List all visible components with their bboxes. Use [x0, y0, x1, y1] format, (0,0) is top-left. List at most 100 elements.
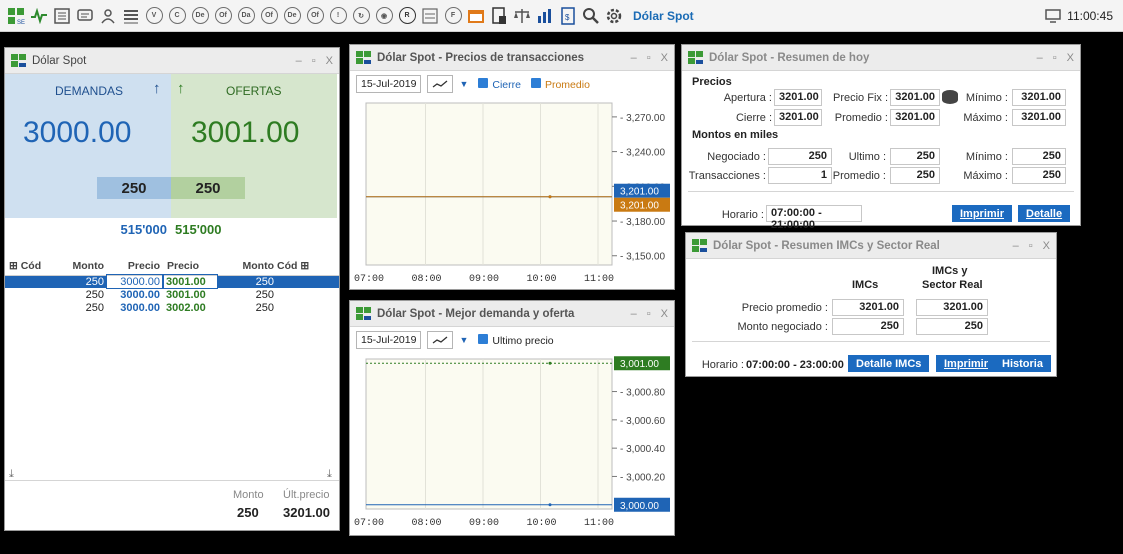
bid-monto: 250 — [85, 301, 104, 314]
date-picker[interactable]: 15-Jul-2019 — [356, 75, 422, 93]
chevron-down-icon[interactable]: ▼ — [459, 79, 468, 89]
users-icon[interactable] — [98, 6, 118, 26]
ultimo-precio-checkbox[interactable]: Ultimo precio — [478, 333, 554, 347]
promedio-checkbox[interactable]: Promedio — [530, 77, 590, 91]
eye-icon[interactable]: ◉ — [374, 6, 394, 26]
close-icon[interactable]: X — [661, 52, 668, 64]
oferta-dollar-circle-icon[interactable]: Of — [305, 6, 325, 26]
minimize-icon[interactable]: – — [631, 308, 637, 320]
compra-circle-icon[interactable]: C — [167, 6, 187, 26]
document-icon[interactable] — [489, 6, 509, 26]
chart2-header[interactable]: Dólar Spot - Mejor demanda y oferta – ▫ … — [350, 301, 674, 327]
set-logo-icon[interactable]: SET — [6, 6, 26, 26]
transacciones-value: 1 — [768, 167, 832, 184]
footer-monto-label: Monto — [233, 489, 264, 501]
spot-window-header[interactable]: Dólar Spot – ▫ X — [5, 48, 339, 74]
detalle-button[interactable]: Detalle — [1018, 205, 1071, 222]
x-tick-label: 07:00 — [354, 518, 384, 529]
resumen-header[interactable]: Dólar Spot - Resumen de hoy – ▫ X — [682, 45, 1080, 71]
clock: 11:00:45 — [1067, 9, 1113, 23]
demanda-dollar-circle-icon[interactable]: De — [282, 6, 302, 26]
maximize-icon[interactable]: ▫ — [647, 308, 651, 320]
calendar-icon[interactable] — [466, 6, 486, 26]
col-precio-ask[interactable]: Precio — [163, 258, 217, 276]
registered-icon[interactable]: R — [397, 6, 417, 26]
imprimir-button[interactable]: Imprimir — [952, 205, 1013, 222]
close-icon[interactable]: X — [661, 308, 668, 320]
col-monto-bid[interactable]: Monto — [43, 258, 107, 276]
maximize-icon[interactable]: ▫ — [312, 55, 316, 67]
chevron-down-icon[interactable]: ▼ — [459, 335, 468, 345]
refresh-circle-icon[interactable]: ↻ — [351, 6, 371, 26]
alert-circle-icon[interactable]: ! — [328, 6, 348, 26]
line-chart-icon[interactable] — [427, 75, 454, 93]
divider — [692, 341, 1050, 342]
value-tag-label: 3,201.00 — [620, 187, 659, 198]
transacciones-label: Transacciones : — [688, 170, 766, 182]
imc-header[interactable]: Dólar Spot - Resumen IMCs y Sector Real … — [686, 233, 1056, 259]
oferta-circle-icon[interactable]: Of — [213, 6, 233, 26]
stop-icon[interactable] — [420, 6, 440, 26]
cierre-checkbox[interactable]: Cierre — [478, 77, 521, 91]
bar-chart-icon[interactable] — [535, 6, 555, 26]
footer-divider — [5, 480, 339, 481]
table-row[interactable]: 250 3000.00 3001.00 250 — [5, 288, 339, 301]
list-window-icon[interactable] — [52, 6, 72, 26]
window-controls: – ▫ X — [296, 55, 333, 67]
minimize-icon[interactable]: – — [296, 55, 302, 67]
table-row[interactable]: 250 3000.00 3002.00 250 — [5, 301, 339, 314]
monto-negociado-imcs: 250 — [832, 318, 904, 335]
col-cod-ask[interactable]: Cód ⊞ — [277, 258, 339, 276]
col-precio-bid[interactable]: Precio — [107, 258, 163, 276]
historia-button[interactable]: Historia — [994, 355, 1051, 372]
horario-value: 07:00:00 - 23:00:00 — [746, 359, 844, 371]
x-tick-label: 10:00 — [527, 518, 557, 529]
col-monto-ask[interactable]: Monto — [217, 258, 277, 276]
plot-area — [365, 358, 613, 510]
menu-lines-icon[interactable] — [121, 6, 141, 26]
x-tick-label: 09:00 — [469, 518, 499, 529]
close-icon[interactable]: X — [1043, 240, 1050, 252]
maximize-icon[interactable]: ▫ — [1029, 240, 1033, 252]
minimize-icon[interactable]: – — [1013, 240, 1019, 252]
col-imcs-sector-header-line1: IMCs y — [932, 265, 968, 277]
fix-circle-icon[interactable]: F — [443, 6, 463, 26]
ask-monto: 250 — [255, 288, 274, 301]
y-tick-label: - 3,270.00 — [620, 113, 665, 124]
close-icon[interactable]: X — [1067, 52, 1074, 64]
col-cod-bid[interactable]: ⊞ Cód — [5, 258, 43, 276]
footer-price-label: Últ.precio — [283, 489, 330, 501]
maximize-icon[interactable]: ▫ — [647, 52, 651, 64]
bid-total: 515'000 — [120, 221, 167, 237]
oferta-alt-circle-icon[interactable]: Of — [259, 6, 279, 26]
ask-total: 515'000 — [175, 221, 222, 237]
set-logo-icon — [692, 238, 707, 252]
pulse-chart-icon[interactable] — [29, 6, 49, 26]
maximize-icon[interactable]: ▫ — [1053, 52, 1057, 64]
plot-area — [365, 102, 613, 266]
chat-icon[interactable] — [75, 6, 95, 26]
close-icon[interactable]: X — [326, 55, 333, 67]
demanda-alt-circle-icon[interactable]: Da — [236, 6, 256, 26]
chart1-header[interactable]: Dólar Spot - Precios de transacciones – … — [350, 45, 674, 71]
minimize-icon[interactable]: – — [1037, 52, 1043, 64]
balance-icon[interactable] — [512, 6, 532, 26]
bid-panel: DEMANDAS ↑ 3000.00 250 — [5, 74, 171, 218]
venta-circle-icon[interactable]: V — [144, 6, 164, 26]
minimize-icon[interactable]: – — [631, 52, 637, 64]
database-icon[interactable] — [942, 90, 958, 104]
ultimo-value: 250 — [890, 148, 940, 165]
detalle-imcs-button[interactable]: Detalle IMCs — [848, 355, 930, 372]
best-prices-panel: DEMANDAS ↑ 3000.00 250 ↑ OFERTAS 3001.00… — [5, 74, 339, 218]
search-icon[interactable] — [581, 6, 601, 26]
svg-text:$: $ — [565, 13, 570, 22]
demanda-circle-icon[interactable]: De — [190, 6, 210, 26]
table-row[interactable]: 250 3000.00 3001.00 250 — [5, 274, 339, 289]
line-chart-icon[interactable] — [427, 331, 454, 349]
minimo-label: Mínimo : — [965, 92, 1008, 104]
report-icon[interactable]: $ — [558, 6, 578, 26]
imprimir-button[interactable]: Imprimir — [936, 355, 997, 372]
gear-icon[interactable] — [604, 6, 624, 26]
date-picker[interactable]: 15-Jul-2019 — [356, 331, 422, 349]
